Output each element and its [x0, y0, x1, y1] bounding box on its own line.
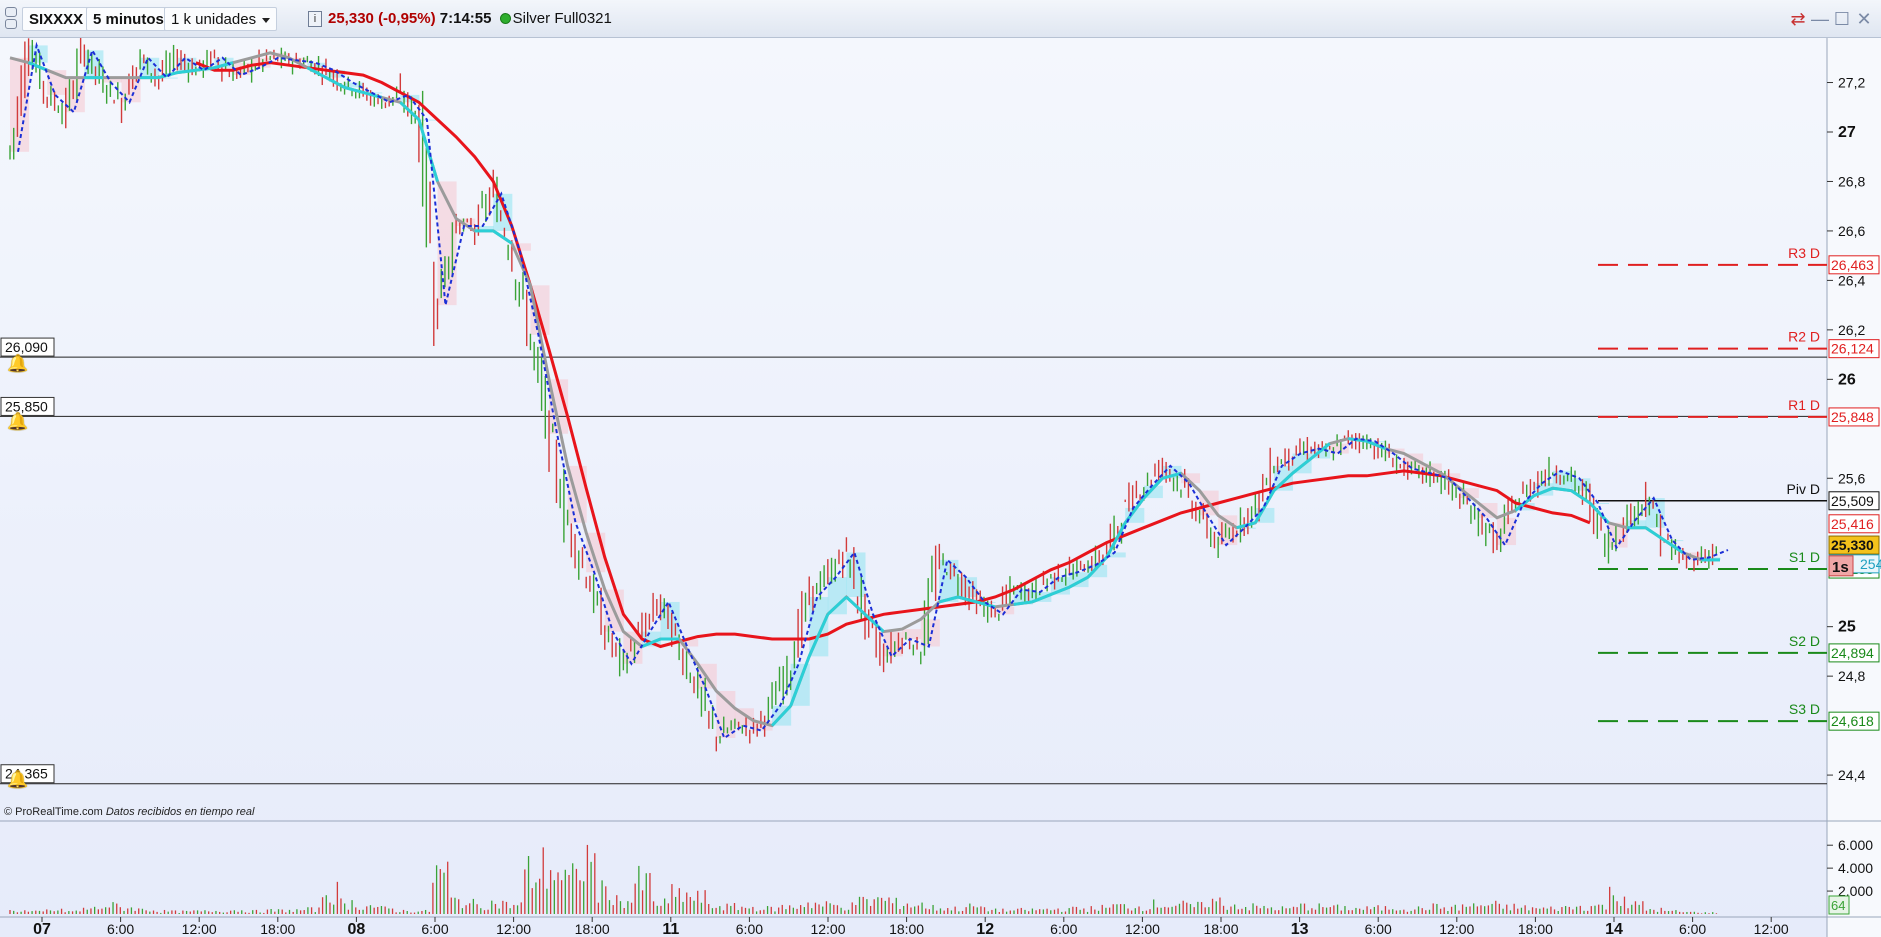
- units-selector[interactable]: 1 k unidades: [164, 7, 278, 31]
- pivot-value: 26,124: [1831, 341, 1874, 357]
- last-price: 25,330: [328, 10, 374, 27]
- instrument-name: Silver Full0321: [512, 10, 612, 27]
- time-tick-label: 14: [1605, 921, 1623, 937]
- units-label: 1 k unidades: [171, 11, 257, 28]
- price-marker-label: 25,416: [1831, 516, 1874, 532]
- pivot-name: S1 D: [1789, 549, 1820, 565]
- pivot-value: 25,509: [1831, 493, 1874, 509]
- bell-icon[interactable]: 🔔: [7, 354, 28, 374]
- cloud-segment: [1218, 515, 1238, 546]
- pivot-name: S2 D: [1789, 633, 1820, 649]
- cloud-segment: [920, 619, 940, 647]
- drag-grip-icon[interactable]: [4, 5, 20, 33]
- time-tick-label: 18:00: [260, 921, 295, 937]
- credit-site: © ProRealTime.com: [4, 806, 103, 818]
- price-tick-label: 26,2: [1838, 322, 1865, 338]
- price-change: (-0,95%): [378, 10, 436, 27]
- pivot-value: 25,848: [1831, 409, 1874, 425]
- time-tick-label: 07: [33, 921, 51, 937]
- time-tick-label: 12:00: [1439, 921, 1474, 937]
- pivot-name: R2 D: [1788, 329, 1820, 345]
- time-tick-label: 13: [1291, 921, 1309, 937]
- price-marker-label: 254: [1860, 556, 1881, 572]
- time-tick-label: 6:00: [421, 921, 448, 937]
- quote-time: 7:14:55: [439, 10, 492, 27]
- time-tick-label: 18:00: [889, 921, 924, 937]
- data-credit: © ProRealTime.com Datos recibidos en tie…: [4, 806, 254, 818]
- countdown-label: 1s: [1832, 559, 1849, 576]
- price-tick-label: 25,6: [1838, 470, 1865, 486]
- time-tick-label: 12:00: [1754, 921, 1789, 937]
- credit-note: Datos recibidos en tiempo real: [105, 806, 255, 818]
- time-tick-label: 6:00: [107, 921, 134, 937]
- time-tick-label: 6:00: [736, 921, 763, 937]
- price-marker-label: 25,330: [1831, 537, 1874, 553]
- minimize-icon[interactable]: —: [1809, 8, 1831, 30]
- close-icon[interactable]: ✕: [1853, 8, 1875, 30]
- chart-canvas[interactable]: 26,09025,85024,365 R3 D26,463R2 D26,124R…: [0, 32, 1881, 937]
- price-tick-label: 26,8: [1838, 173, 1865, 189]
- symbol-label: SIXXXX: [29, 11, 84, 28]
- time-tick-label: 12:00: [496, 921, 531, 937]
- pivot-name: R3 D: [1788, 245, 1820, 261]
- volume-tick-label: 4.000: [1838, 860, 1873, 876]
- cloud-segment: [1645, 498, 1665, 528]
- pivot-value: 24,894: [1831, 645, 1874, 661]
- price-tick-label: 24,4: [1838, 767, 1865, 783]
- price-tick-label: 27,2: [1838, 75, 1865, 91]
- pivot-name: S3 D: [1789, 701, 1820, 717]
- pivot-value: 24,618: [1831, 713, 1874, 729]
- time-tick-label: 12:00: [182, 921, 217, 937]
- alert-label: 26,090: [5, 339, 48, 355]
- cloud-segment: [902, 629, 922, 640]
- price-tick-label: 26,4: [1838, 272, 1865, 288]
- time-tick-label: 08: [348, 921, 366, 937]
- price-chart[interactable]: 26,090 25,850 24,365 R3 D 26,463 R2 D 26,124 R…: [0, 32, 1881, 937]
- volume-last-label: 64: [1831, 898, 1845, 913]
- time-tick-label: 11: [662, 921, 679, 937]
- cloud-segment: [846, 552, 866, 597]
- sync-icon[interactable]: ⇄: [1787, 8, 1809, 30]
- chevron-down-icon: [262, 17, 271, 23]
- maximize-icon[interactable]: ☐: [1831, 8, 1853, 30]
- time-tick-label: 18:00: [1518, 921, 1553, 937]
- chart-toolbar: SIXXXX 5 minutos 1 k unidades i 25,330 (-…: [0, 0, 1881, 38]
- cloud-segment: [883, 631, 903, 657]
- time-tick-label: 6:00: [1050, 921, 1077, 937]
- price-tick-label: 26,6: [1838, 223, 1865, 239]
- price-tick-label: 25: [1838, 619, 1856, 636]
- price-tick-label: 27: [1838, 124, 1856, 141]
- quote-summary: i 25,330 (-0,95%) 7:14:55 Silver Full0321: [308, 7, 612, 31]
- status-dot-icon: [499, 13, 511, 24]
- pivot-name: Piv D: [1787, 481, 1820, 497]
- time-tick-label: 6:00: [1679, 921, 1706, 937]
- window-controls: ⇄ — ☐ ✕: [1787, 8, 1875, 30]
- price-markers: 25,416 25,330 254 1s: [1828, 514, 1881, 577]
- bell-icon[interactable]: 🔔: [7, 412, 28, 432]
- volume-tick-label: 6.000: [1838, 837, 1873, 853]
- info-icon[interactable]: i: [308, 11, 322, 28]
- bell-icon[interactable]: 🔔: [7, 770, 28, 790]
- time-tick-label: 12: [976, 921, 994, 937]
- price-tick-label: 26: [1838, 371, 1856, 388]
- cloud-segment: [939, 559, 959, 602]
- cloud-segment: [418, 119, 438, 121]
- time-tick-label: 12:00: [810, 921, 845, 937]
- time-tick-label: 12:00: [1125, 921, 1160, 937]
- timeframe-label: 5 minutos: [93, 11, 164, 28]
- price-tick-label: 24,8: [1838, 668, 1865, 684]
- time-tick-label: 6:00: [1365, 921, 1392, 937]
- cloud-segment: [28, 45, 48, 63]
- pivot-name: R1 D: [1788, 397, 1820, 413]
- pivot-value: 26,463: [1831, 257, 1874, 273]
- time-tick-label: 18:00: [575, 921, 610, 937]
- time-tick-label: 18:00: [1203, 921, 1238, 937]
